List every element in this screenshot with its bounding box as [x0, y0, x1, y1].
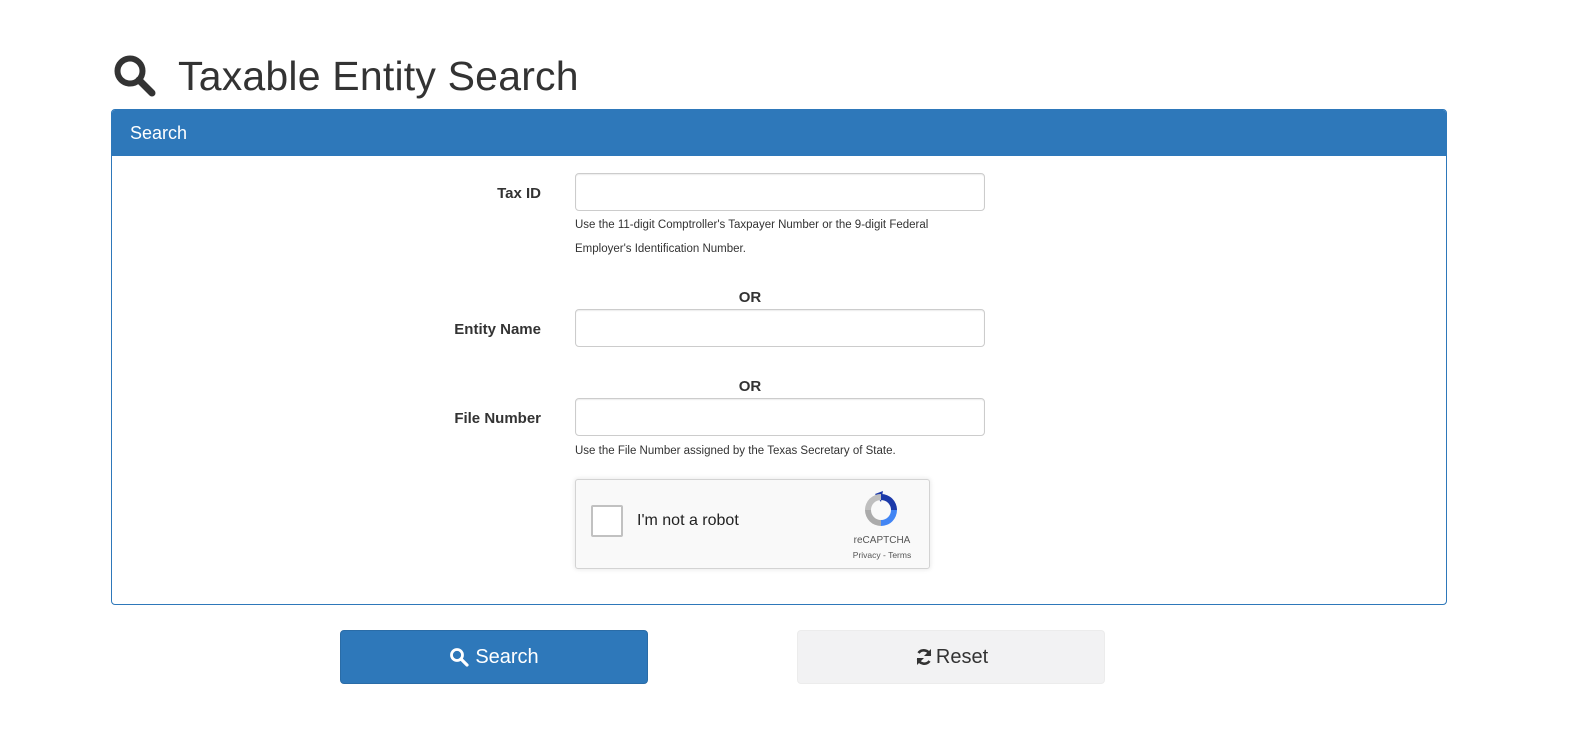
- recaptcha-links[interactable]: Privacy - Terms: [834, 550, 930, 560]
- page-header: Taxable Entity Search: [112, 48, 579, 104]
- recaptcha-checkbox[interactable]: [591, 505, 623, 537]
- refresh-icon: [914, 647, 934, 667]
- or-separator-1: OR: [738, 289, 762, 306]
- or-separator-2: OR: [738, 378, 762, 395]
- recaptcha-brand: reCAPTCHA: [853, 535, 911, 546]
- reset-button-label: Reset: [935, 645, 989, 668]
- search-panel: Search Tax ID Use the 11-digit Comptroll…: [111, 109, 1447, 605]
- tax-id-input[interactable]: [575, 173, 985, 211]
- search-button-label: Search: [475, 645, 539, 668]
- page-title: Taxable Entity Search: [178, 52, 579, 99]
- entity-name-label: Entity Name: [454, 321, 541, 338]
- tax-id-help-line2: Employer's Identification Number.: [575, 243, 746, 255]
- file-number-label: File Number: [454, 410, 541, 427]
- recaptcha-label: I'm not a robot: [637, 512, 739, 529]
- recaptcha-widget: I'm not a robot reCAPTCHA Privacy - Term…: [575, 479, 930, 569]
- tax-id-label: Tax ID: [497, 185, 541, 202]
- search-icon: [449, 647, 469, 667]
- search-icon: [112, 52, 160, 100]
- panel-heading: Search: [112, 110, 1446, 156]
- entity-name-input[interactable]: [575, 309, 985, 347]
- tax-id-help: Use the 11-digit Comptroller's Taxpayer …: [575, 213, 995, 261]
- file-number-help: Use the File Number assigned by the Texa…: [575, 445, 896, 457]
- file-number-input[interactable]: [575, 398, 985, 436]
- reset-button[interactable]: Reset: [797, 630, 1105, 684]
- search-button[interactable]: Search: [340, 630, 648, 684]
- recaptcha-icon: [861, 490, 901, 530]
- tax-id-help-line1: Use the 11-digit Comptroller's Taxpayer …: [575, 219, 929, 231]
